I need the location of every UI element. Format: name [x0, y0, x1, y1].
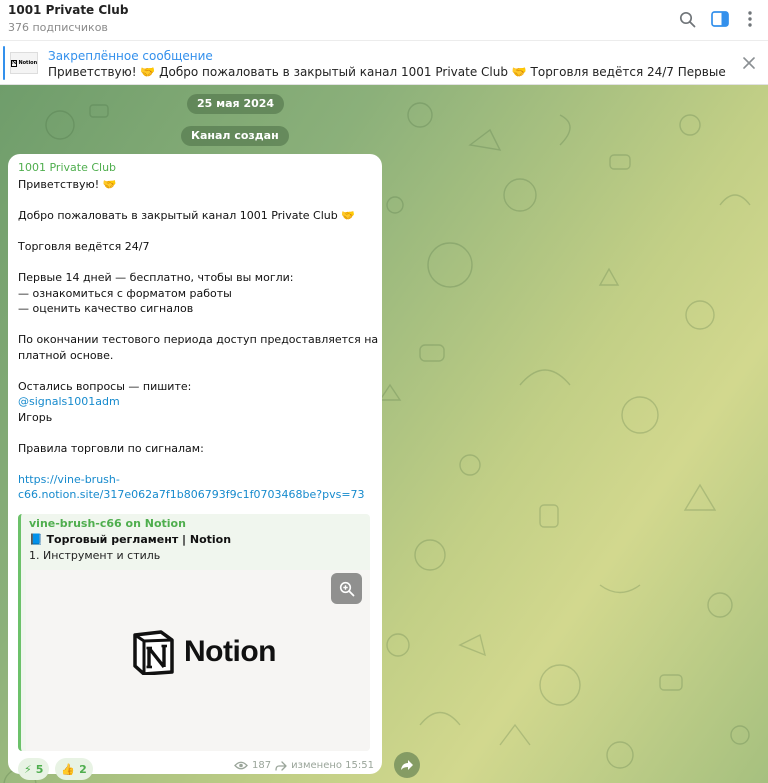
preview-site-name: vine-brush-c66 on Notion — [29, 517, 186, 530]
eye-icon — [234, 761, 248, 770]
pinned-accent-bar — [3, 46, 5, 80]
message-line: По окончании тестового периода доступ пр… — [18, 333, 379, 346]
forwarded-arrow-icon — [275, 760, 287, 771]
reaction-thumbs-up[interactable]: 👍 2 — [55, 758, 93, 780]
message-meta: 187 изменено 15:51 — [234, 760, 374, 771]
message-text: Приветствую! 🤝 Добро пожаловать в закрыт… — [18, 177, 379, 503]
more-vertical-icon — [748, 11, 752, 27]
message-line: Первые 14 дней — бесплатно, чтобы вы мог… — [18, 271, 294, 284]
chat-header: 1001 Private Club 376 подписчиков — [0, 0, 768, 40]
link-preview[interactable]: vine-brush-c66 on Notion 📘 Торговый регл… — [18, 514, 370, 751]
notion-url-link-cont[interactable]: c66.notion.site/317e062a7f1b806793f9c1f0… — [18, 487, 374, 503]
pinned-message-bar[interactable]: N Notion Закреплённое сообщение Приветст… — [0, 40, 768, 85]
sidebar-toggle-icon — [711, 11, 729, 27]
search-icon — [679, 11, 695, 27]
contact-name: Игорь — [18, 410, 53, 424]
message-line — [18, 255, 374, 271]
sidebar-toggle-button[interactable] — [709, 8, 731, 30]
message-line — [18, 317, 374, 333]
close-pinned-button[interactable] — [740, 54, 758, 72]
message-line: — ознакомиться с форматом работы — [18, 286, 232, 300]
message-line: платной основе. — [18, 348, 114, 362]
channel-title[interactable]: 1001 Private Club — [8, 3, 128, 17]
date-pill: 25 мая 2024 — [187, 94, 285, 114]
subscriber-count: 376 подписчиков — [8, 21, 108, 34]
preview-description: 1. Инструмент и стиль — [29, 549, 161, 562]
notion-url-link[interactable]: https://vine-brush- — [18, 472, 374, 488]
service-message-pill: Канал создан — [181, 126, 289, 146]
reactions-bar: ⚡ 5 👍 2 — [18, 758, 93, 780]
message-author[interactable]: 1001 Private Club — [18, 161, 116, 174]
pinned-text: Приветствую! 🤝 Добро пожаловать в закрыт… — [48, 65, 728, 79]
pinned-label: Закреплённое сообщение — [48, 49, 213, 63]
message-line — [18, 363, 374, 379]
message-line — [18, 425, 374, 441]
pinned-thumbnail: N Notion — [10, 52, 38, 74]
preview-title: 📘 Торговый регламент | Notion — [29, 533, 232, 546]
chat-area[interactable]: 25 мая 2024 Канал создан 1001 Private Cl… — [0, 85, 768, 783]
zoom-button[interactable] — [331, 573, 362, 604]
reaction-count: 5 — [35, 762, 44, 776]
message-line: Торговля ведётся 24/7 — [18, 240, 150, 253]
rules-label: Правила торговли по сигналам: — [18, 441, 204, 455]
close-icon — [743, 57, 755, 69]
notion-cube-icon — [133, 630, 174, 675]
edited-time: изменено 15:51 — [291, 760, 374, 771]
pinned-thumb-text: Notion — [18, 60, 38, 66]
message-bubble[interactable]: 1001 Private Club Приветствую! 🤝 Добро п… — [8, 154, 382, 780]
lightning-icon: ⚡ — [24, 762, 32, 776]
view-count: 187 — [252, 760, 272, 771]
message-line — [18, 193, 374, 209]
message-line: — оценить качество сигналов — [18, 302, 194, 315]
zoom-in-icon — [339, 581, 354, 596]
forward-button[interactable] — [394, 752, 420, 778]
notion-wordmark: Notion — [184, 635, 276, 668]
message-line: Остались вопросы — пишите: — [18, 379, 192, 393]
preview-image[interactable]: Notion — [26, 570, 370, 751]
search-button[interactable] — [676, 8, 698, 30]
thumbs-up-icon: 👍 — [61, 762, 76, 776]
more-button[interactable] — [739, 8, 761, 30]
reaction-count: 2 — [79, 762, 87, 776]
message-line — [18, 224, 374, 240]
notion-mini-icon: N — [10, 59, 18, 67]
message-line — [18, 456, 374, 472]
reaction-lightning[interactable]: ⚡ 5 — [18, 758, 50, 780]
message-line: Добро пожаловать в закрытый канал 1001 P… — [18, 209, 355, 222]
share-arrow-icon — [401, 760, 413, 770]
message-line: Приветствую! 🤝 — [18, 178, 117, 191]
notion-logo: Notion — [131, 629, 276, 675]
username-link[interactable]: @signals1001adm — [18, 394, 374, 410]
